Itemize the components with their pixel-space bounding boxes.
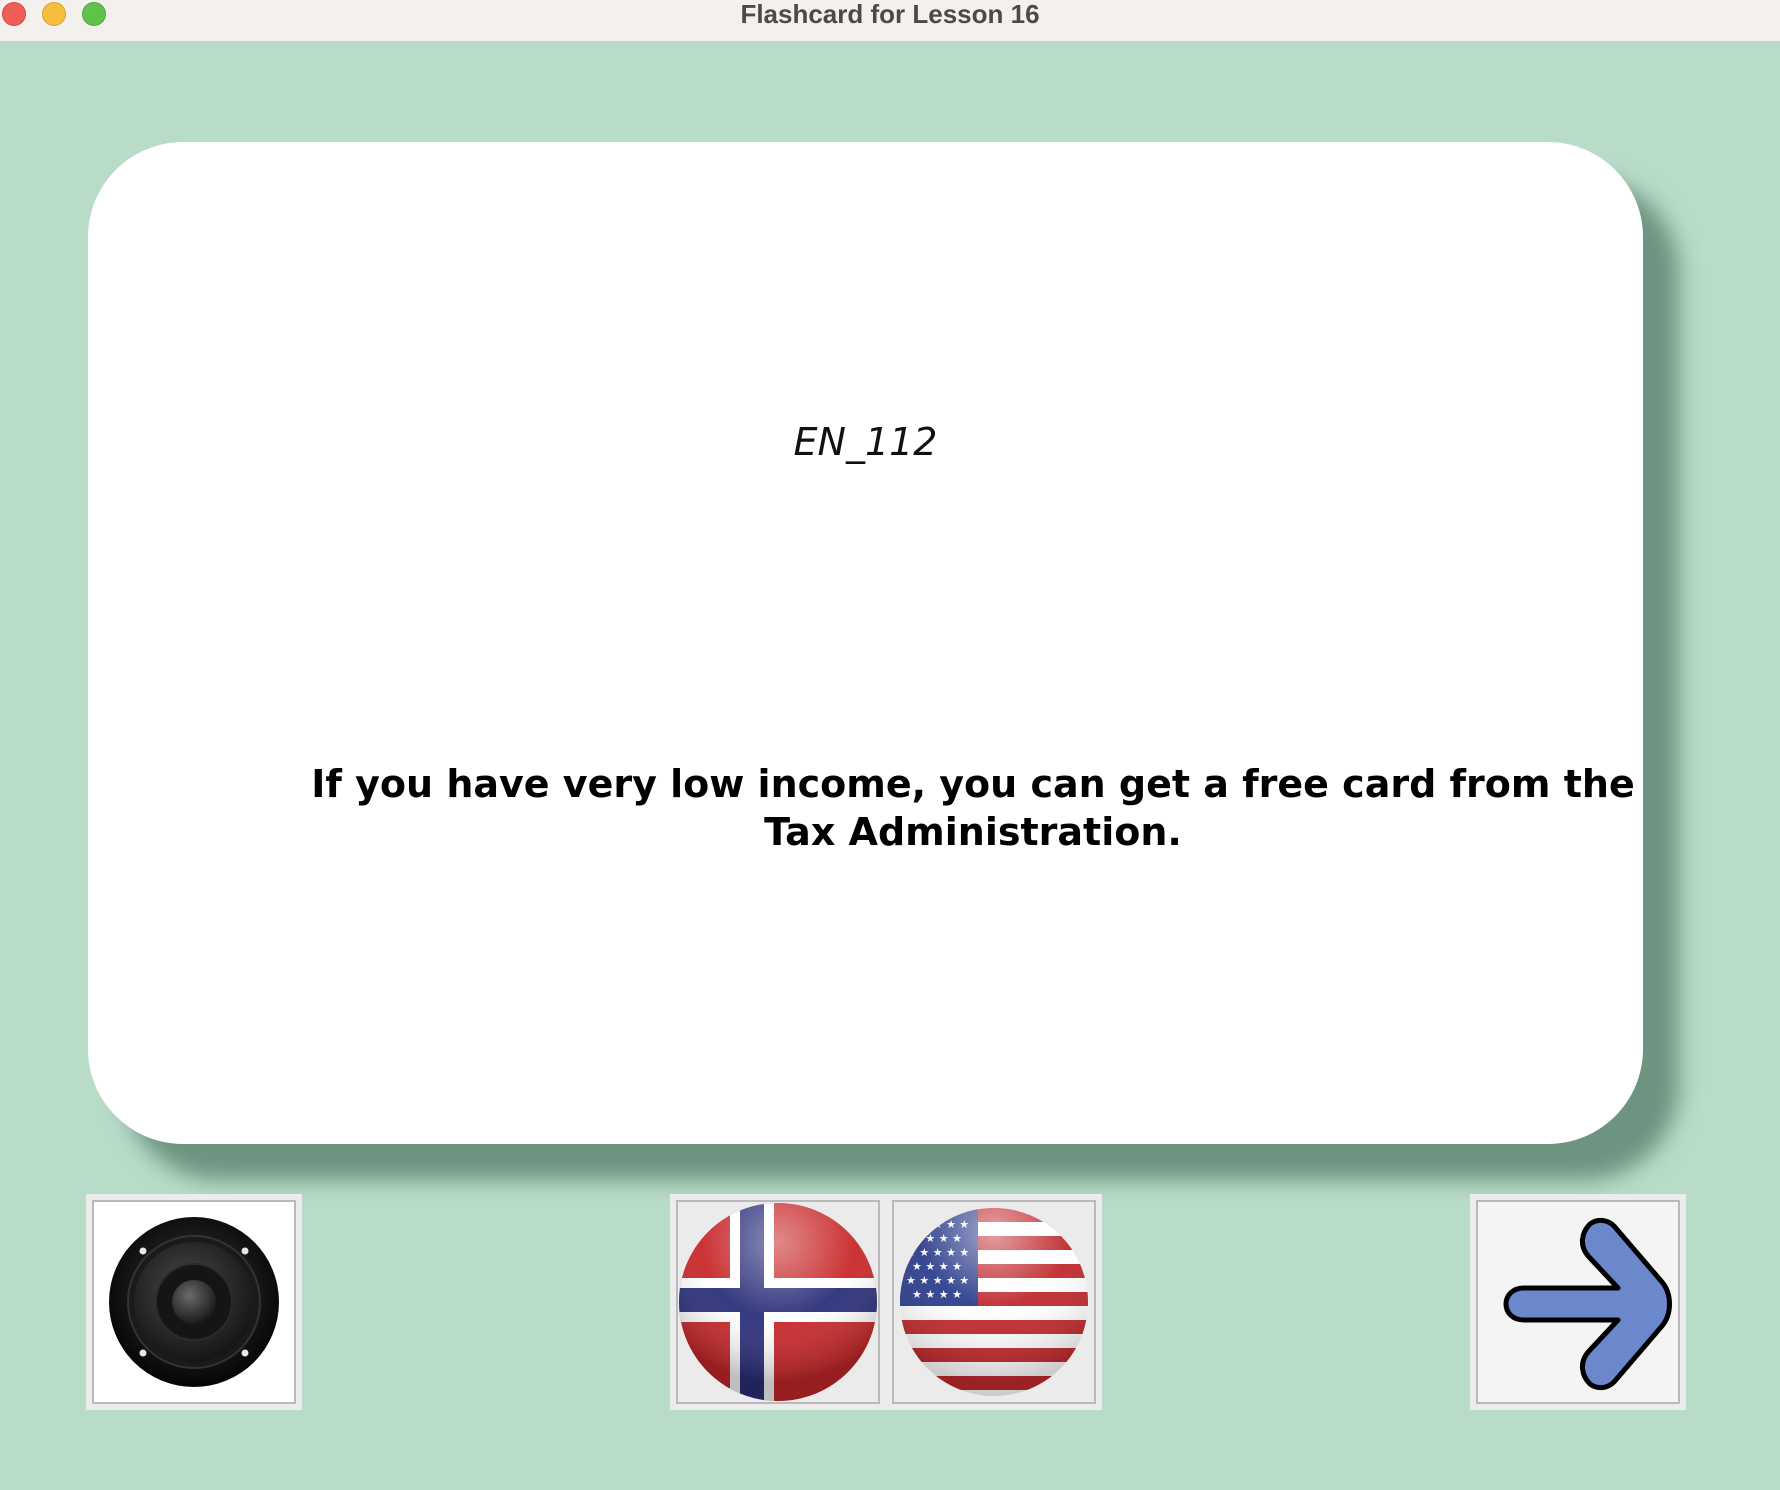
- language-buttons-frame: ★ ★ ★ ★ ★ ★ ★ ★ ★ ★ ★ ★ ★ ★ ★ ★ ★ ★ ★ ★ …: [670, 1194, 1102, 1410]
- arrow-right-icon: [1503, 1217, 1672, 1391]
- card-sentence: If you have very low income, you can get…: [311, 762, 1635, 854]
- norwegian-language-button[interactable]: [676, 1200, 880, 1404]
- card-id: EN_112: [793, 420, 938, 464]
- speaker-icon: [109, 1217, 279, 1387]
- window-title: Flashcard for Lesson 16: [740, 0, 1040, 29]
- next-button-frame: [1470, 1194, 1686, 1410]
- english-language-button[interactable]: ★ ★ ★ ★ ★ ★ ★ ★ ★ ★ ★ ★ ★ ★ ★ ★ ★ ★ ★ ★ …: [892, 1200, 1096, 1404]
- flashcard-window: Flashcard for Lesson 16 EN_112 If you ha…: [0, 0, 1780, 1490]
- next-card-button[interactable]: [1476, 1200, 1680, 1404]
- us-flag-icon: ★ ★ ★ ★ ★ ★ ★ ★ ★ ★ ★ ★ ★ ★ ★ ★ ★ ★ ★ ★ …: [900, 1208, 1088, 1396]
- flashcard[interactable]: EN_112 If you have very low income, you …: [88, 142, 1643, 1144]
- title-bar: Flashcard for Lesson 16: [0, 0, 1780, 42]
- speaker-button-frame: [86, 1194, 302, 1410]
- norway-flag-icon: [679, 1203, 877, 1401]
- play-audio-button[interactable]: [92, 1200, 296, 1404]
